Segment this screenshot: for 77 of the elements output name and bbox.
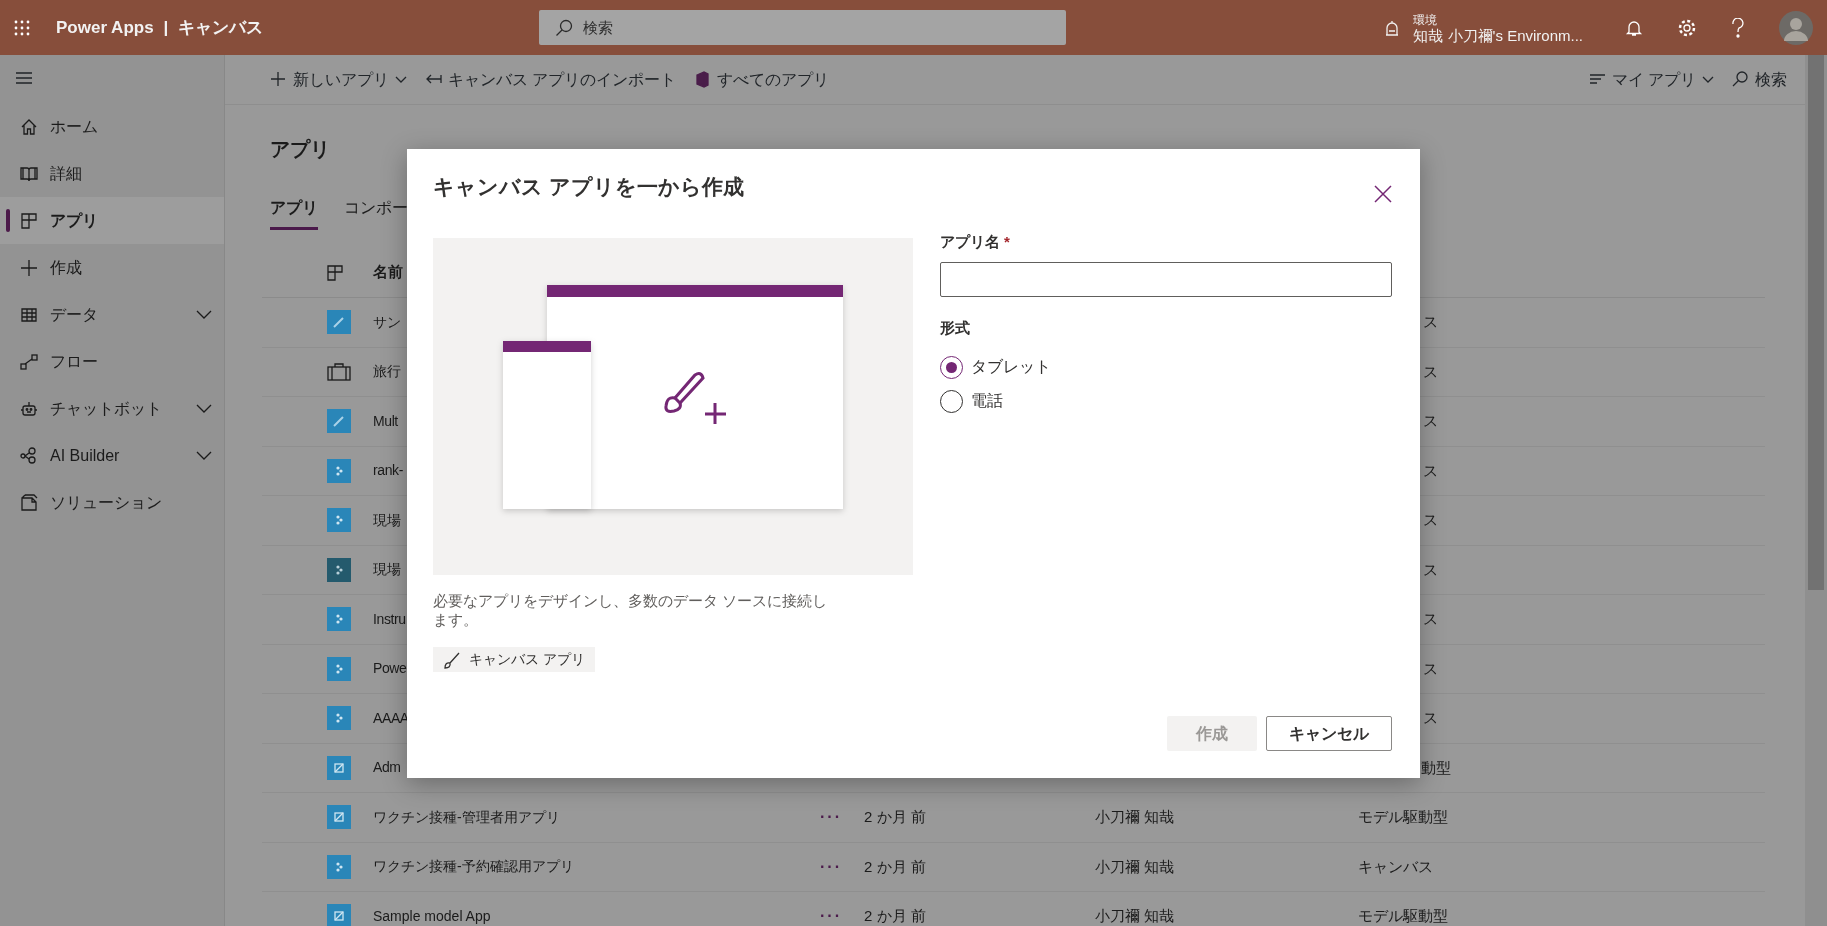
sidebar-item[interactable]: フロー	[0, 338, 224, 385]
required-mark: *	[1004, 233, 1010, 250]
search-field[interactable]: 検索	[539, 10, 1067, 45]
tab[interactable]: コンポー	[344, 190, 408, 230]
field-label: アプリ名	[940, 233, 1000, 250]
section-name: キャンバス	[178, 16, 264, 39]
sidebar-item[interactable]: 作成	[0, 244, 224, 291]
sidebar-item[interactable]: チャットボット	[0, 385, 224, 432]
cancel-button[interactable]: キャンセル	[1266, 716, 1392, 751]
sidebar-item[interactable]: AI Builder	[0, 432, 224, 479]
column-header[interactable]: 名前	[373, 261, 403, 284]
app-name-link[interactable]: Instru	[373, 608, 406, 630]
radio-label[interactable]: タブレット	[971, 355, 1051, 379]
sidebar-item-label: フロー	[50, 351, 99, 372]
sidebar-item[interactable]: 詳細	[0, 150, 224, 197]
modified-date: 2 か月 前	[864, 906, 926, 926]
app-name-link[interactable]: 現場	[373, 509, 401, 531]
owner-name: 小刀禰 知哉	[1095, 807, 1175, 827]
app-type: ス	[1423, 708, 1438, 728]
sidebar-item-label: ソリューション	[50, 492, 163, 513]
app-type: キャンバス	[1358, 856, 1433, 877]
tab[interactable]: アプリ	[270, 190, 318, 230]
dialog-title: キャンバス アプリを一から作成	[433, 174, 744, 200]
command-button[interactable]: 検索	[1732, 67, 1787, 92]
app-name-link[interactable]: ワクチン接種-予約確認用アプリ	[373, 856, 574, 878]
app-name-link[interactable]: Mult	[373, 410, 398, 432]
sidebar-item[interactable]: データ	[0, 291, 224, 338]
app-name-link[interactable]: Sample model App	[373, 905, 491, 926]
sidebar-item-label: 作成	[50, 257, 83, 278]
app-name-link[interactable]: 現場	[373, 559, 401, 581]
app-name-link[interactable]: rank-	[373, 460, 403, 482]
environment-label: 環境	[1413, 11, 1439, 28]
format-label: 形式	[940, 317, 971, 338]
sidebar-item-label: チャットボット	[50, 398, 163, 419]
modified-date: 2 か月 前	[864, 856, 926, 877]
sidebar-item-label: ホーム	[50, 116, 99, 137]
owner-name: 小刀禰 知哉	[1095, 856, 1175, 877]
product-name[interactable]: Power Apps	[56, 14, 154, 41]
page-title: アプリ	[270, 137, 331, 162]
canvas-app-tag[interactable]: キャンバス アプリ	[433, 647, 595, 672]
more-options-button[interactable]: ···	[820, 854, 842, 879]
sidebar-item-label: 詳細	[50, 163, 83, 184]
app-name-link[interactable]: サン	[373, 311, 401, 333]
sidebar-item-label: アプリ	[50, 210, 99, 231]
command-button[interactable]: すべてのアプリ	[694, 67, 830, 92]
owner-name: 小刀禰 知哉	[1095, 906, 1175, 926]
dialog-description: 必要なアプリをデザインし、多数のデータ ソースに接続します。	[433, 591, 829, 629]
more-options-button[interactable]: ···	[820, 805, 842, 830]
app-type: ス	[1423, 658, 1438, 679]
modified-date: 2 か月 前	[864, 807, 926, 827]
sidebar-item-label: データ	[50, 304, 99, 325]
sidebar-item[interactable]: ホーム	[0, 103, 224, 150]
environment-name[interactable]: 知哉 小刀禰's Environm...	[1413, 27, 1583, 44]
app-type: ス	[1423, 559, 1438, 580]
app-name-link[interactable]: Adm	[373, 757, 401, 779]
sidebar-item[interactable]: ソリューション	[0, 479, 224, 526]
app-type: ス	[1423, 361, 1438, 382]
command-button[interactable]: キャンバス アプリのインポート	[425, 67, 677, 92]
command-button[interactable]: マイ アプリ	[1588, 67, 1714, 92]
sidebar-item-label: AI Builder	[50, 445, 121, 466]
radio-label[interactable]: 電話	[971, 389, 1003, 413]
app-name-link[interactable]: 旅行	[373, 361, 401, 383]
app-type: ス	[1423, 609, 1438, 629]
app-type: ス	[1423, 312, 1438, 332]
more-options-button[interactable]: ···	[820, 904, 842, 926]
sidebar-item[interactable]: アプリ	[0, 197, 224, 244]
app-type: ス	[1423, 411, 1438, 431]
app-type: モデル駆動型	[1358, 807, 1448, 827]
app-name-link[interactable]: AAAA	[373, 707, 409, 729]
app-type: ス	[1423, 510, 1438, 530]
app-type: 動型	[1421, 757, 1451, 778]
app-name-link[interactable]: Powe	[373, 658, 407, 680]
app-type: モデル駆動型	[1358, 906, 1448, 926]
command-button[interactable]: 新しいアプリ	[270, 67, 407, 92]
app-name-link[interactable]: ワクチン接種-管理者用アプリ	[373, 806, 560, 828]
app-type: ス	[1423, 460, 1438, 481]
title-separator: |	[163, 16, 169, 39]
